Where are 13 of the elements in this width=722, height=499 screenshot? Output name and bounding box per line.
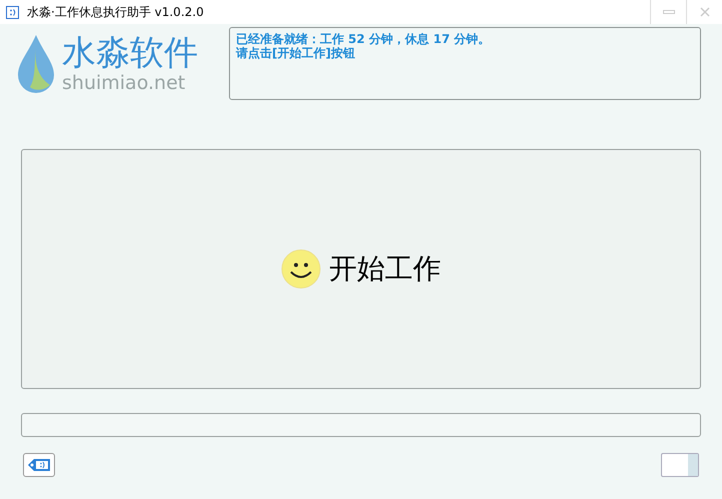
- tag-button[interactable]: [23, 453, 55, 477]
- logo-name: 水淼软件: [62, 33, 198, 73]
- start-work-button[interactable]: 开始工作: [21, 149, 701, 389]
- minimize-icon: [662, 10, 674, 14]
- window-title: 水淼·工作休息执行助手 v1.0.2.0: [27, 4, 204, 21]
- smiley-icon: [281, 249, 321, 289]
- app-icon: [6, 6, 19, 18]
- tag-icon: [27, 457, 51, 473]
- close-icon: [700, 7, 710, 17]
- message-line: 已经准备就绪：工作 52 分钟，休息 17 分钟。: [236, 32, 492, 46]
- toggle-button[interactable]: [661, 453, 699, 477]
- logo-site: shuimiao.net: [62, 72, 186, 94]
- message-line: 请点击[开始工作]按钮: [236, 46, 356, 60]
